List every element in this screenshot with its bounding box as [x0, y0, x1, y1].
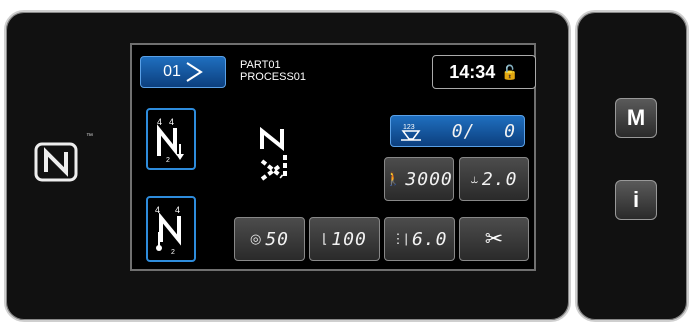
part-name: PART01	[240, 59, 281, 71]
thread-tension-icon: ◎	[249, 231, 262, 246]
presser-foot-value: 100	[331, 228, 367, 250]
thread-trim-button[interactable]: ✂	[459, 217, 529, 261]
condensation-value: 6.0	[411, 228, 448, 250]
speed-icon: 🚶	[385, 171, 402, 186]
trademark-mark: ™	[86, 133, 93, 140]
stitch-length-value: 2.0	[481, 168, 518, 190]
reverse-stitch-start-button[interactable]: 4 4 2	[146, 108, 196, 170]
bobbin-counter-button[interactable]: 123 0/ 0	[390, 115, 525, 147]
process-name: PROCESS01	[240, 71, 307, 83]
stitch-length-icon: ⥿	[470, 171, 478, 186]
svg-text:2: 2	[171, 249, 175, 256]
side-panel-bezel	[575, 10, 689, 322]
clock-display[interactable]: 14:34 🔓	[432, 55, 536, 89]
pattern-button[interactable]: 01	[140, 56, 226, 88]
counter-total: 0	[504, 120, 516, 142]
unlock-icon: 🔓	[501, 63, 519, 80]
condensation-button[interactable]: ⋮| 6.0	[384, 217, 455, 261]
arrow-right-icon	[186, 62, 203, 82]
condensation-icon: ⋮|	[391, 231, 408, 246]
counter-icon: 123	[401, 124, 421, 141]
menu-button[interactable]: M	[615, 98, 657, 138]
time-text: 14:34	[449, 61, 496, 82]
reverse-stitch-start-icon: 4 4 2	[157, 117, 184, 164]
presser-foot-button[interactable]: ⌊ 100	[309, 217, 380, 261]
stitch-preview-icon	[260, 126, 287, 181]
stitch-length-button[interactable]: ⥿ 2.0	[459, 157, 529, 201]
svg-text:2: 2	[166, 157, 170, 164]
thread-tension-button[interactable]: ◎ 50	[234, 217, 305, 261]
svg-text:123: 123	[403, 124, 415, 131]
svg-text:4: 4	[169, 117, 174, 127]
reverse-stitch-end-button[interactable]: 4 4 2	[146, 196, 196, 262]
svg-text:4: 4	[175, 205, 180, 215]
info-button[interactable]: i	[615, 180, 657, 220]
scissors-icon: ✂	[484, 226, 504, 251]
speed-value: 3000	[405, 168, 453, 190]
menu-label: M	[626, 105, 646, 130]
speed-button[interactable]: 🚶 3000	[384, 157, 454, 201]
thread-tension-value: 50	[265, 228, 290, 250]
part-process-text: PART01 PROCESS01	[240, 59, 306, 83]
info-label: i	[632, 187, 640, 212]
counter-value: 0/	[451, 120, 476, 142]
lcd-screen: 01 PART01 PROCESS01 14:34 🔓 4 4 2 4 4 2	[130, 43, 536, 271]
pattern-number: 01	[163, 63, 181, 80]
reverse-stitch-end-icon: 4 4 2	[155, 205, 181, 256]
nfc-icon	[34, 142, 78, 182]
presser-foot-icon: ⌊	[322, 231, 328, 246]
